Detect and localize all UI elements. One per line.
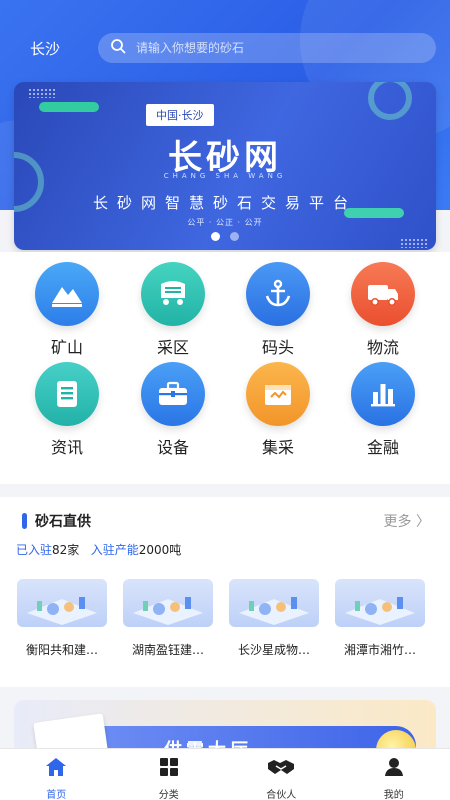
- category-mine[interactable]: 矿山: [27, 262, 107, 358]
- tab-profile[interactable]: 我的: [338, 749, 450, 800]
- banner-slogan: 长砂网智慧砂石交易平台: [92, 194, 357, 212]
- document-icon: [35, 362, 99, 426]
- tab-home[interactable]: 首页: [0, 749, 113, 800]
- supplier-card[interactable]: 衡阳共和建…: [14, 579, 110, 658]
- supplier-name: 衡阳共和建…: [25, 643, 98, 657]
- more-link[interactable]: 更多 〉: [384, 511, 430, 531]
- package-icon: [246, 362, 310, 426]
- promo-banner[interactable]: 中国·长沙 长砂网 CHANG SHA WANG 长砂网智慧砂石交易平台 公平 …: [14, 82, 436, 250]
- category-equipment[interactable]: 设备: [133, 362, 213, 458]
- mining-truck-icon: [141, 262, 205, 326]
- carousel-dot[interactable]: [211, 232, 220, 241]
- supplier-name: 长沙星成物…: [237, 643, 310, 657]
- settled-value: 82家: [52, 543, 80, 557]
- category-label: 集采: [261, 438, 294, 457]
- search-bar[interactable]: [98, 33, 436, 63]
- supplier-name: 湖南盈钰建…: [131, 643, 204, 657]
- profile-icon: [384, 757, 404, 781]
- category-procurement[interactable]: 集采: [238, 362, 318, 458]
- delivery-truck-icon: [351, 262, 415, 326]
- banner-subtitle: 公平 · 公正 · 公开: [187, 218, 263, 227]
- handshake-icon: [267, 757, 295, 781]
- bottom-tab-bar: 首页 分类 合伙人 我的: [0, 748, 450, 800]
- category-label: 资讯: [50, 438, 83, 457]
- supply-stats: 已入驻82家 入驻产能2000吨: [16, 541, 181, 558]
- anchor-icon: [246, 262, 310, 326]
- category-label: 金融: [366, 438, 399, 457]
- section-accent: [22, 513, 27, 529]
- carousel-dot[interactable]: [230, 232, 239, 241]
- bar-chart-icon: [351, 362, 415, 426]
- supplier-card[interactable]: 长沙星成物…: [226, 579, 322, 658]
- category-news[interactable]: 资讯: [27, 362, 107, 458]
- settled-label: 已入驻: [16, 543, 53, 557]
- category-grid: 矿山 采区 码头 物流 资讯 设备 集采 金融: [0, 252, 450, 484]
- search-input[interactable]: [136, 41, 416, 55]
- tab-partner[interactable]: 合伙人: [225, 749, 338, 800]
- toolbox-icon: [141, 362, 205, 426]
- section-header: 砂石直供: [22, 511, 91, 531]
- city-selector[interactable]: 长沙: [30, 38, 60, 59]
- direct-supply-section: 砂石直供 更多 〉 已入驻82家 入驻产能2000吨 衡阳共和建… 湖南盈钰建……: [0, 497, 450, 687]
- supplier-image: [123, 579, 213, 627]
- category-logistics[interactable]: 物流: [343, 262, 423, 358]
- supplier-card[interactable]: 湖南盈钰建…: [120, 579, 216, 658]
- category-label: 物流: [366, 338, 399, 357]
- supplier-card[interactable]: 湘潭市湘竹…: [332, 579, 428, 658]
- supplier-list: 衡阳共和建… 湖南盈钰建… 长沙星成物… 湘潭市湘竹…: [14, 579, 428, 658]
- mountain-icon: [35, 262, 99, 326]
- supplier-image: [17, 579, 107, 627]
- supplier-image: [229, 579, 319, 627]
- section-title: 砂石直供: [35, 514, 91, 530]
- category-finance[interactable]: 金融: [343, 362, 423, 458]
- home-icon: [45, 757, 67, 781]
- tab-label: 合伙人: [266, 790, 297, 800]
- supplier-name: 湘潭市湘竹…: [343, 643, 416, 657]
- tab-label: 我的: [383, 790, 404, 800]
- tab-category[interactable]: 分类: [113, 749, 226, 800]
- category-wharf[interactable]: 码头: [238, 262, 318, 358]
- banner-pinyin: CHANG SHA WANG: [163, 172, 287, 180]
- banner-tag: 中国·长沙: [146, 104, 214, 126]
- search-icon: [110, 38, 126, 58]
- carousel-indicator: [14, 232, 436, 241]
- dot-pattern: [28, 88, 56, 98]
- tab-label: 首页: [46, 790, 67, 800]
- tab-label: 分类: [158, 790, 179, 800]
- category-quarry[interactable]: 采区: [133, 262, 213, 358]
- capacity-value: 2000吨: [138, 543, 182, 557]
- category-label: 采区: [156, 338, 189, 357]
- category-label: 矿山: [50, 338, 83, 357]
- category-grid-icon: [159, 757, 179, 781]
- category-label: 设备: [156, 438, 189, 457]
- category-label: 码头: [261, 338, 294, 357]
- capacity-label: 入驻产能: [90, 543, 139, 557]
- supplier-image: [335, 579, 425, 627]
